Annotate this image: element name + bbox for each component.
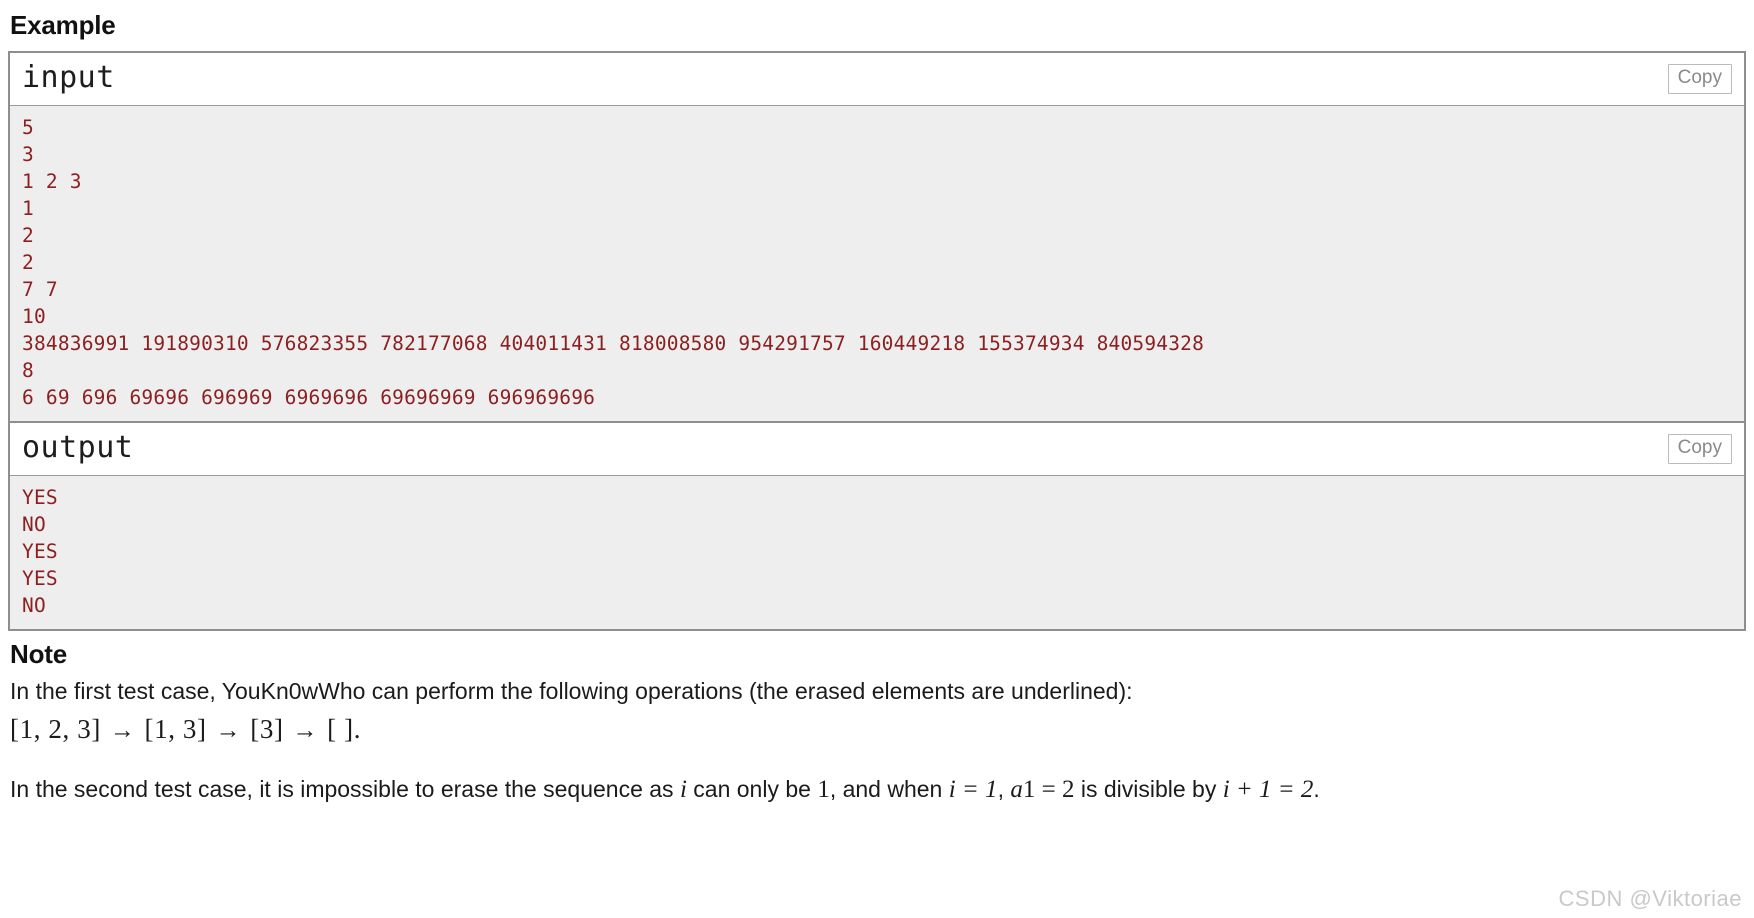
step-1-erased: 2 [48, 714, 63, 744]
math-var-a: a [1010, 776, 1023, 803]
note-paragraph-second-test-case: In the second test case, it is impossibl… [10, 774, 1744, 805]
second-case-part-3: , and when [829, 776, 949, 802]
math-eq-i-plus-1: i + 1 = 2 [1222, 776, 1314, 803]
step-2-prefix: [ [144, 714, 155, 744]
sample-test-output: output Copy YES NO YES YES NO [10, 423, 1744, 631]
math-eq-i-equals-1: i = 1 [948, 776, 998, 803]
copy-output-button[interactable]: Copy [1667, 434, 1732, 464]
sample-test-input: input Copy 5 3 1 2 3 1 2 2 7 7 10 384836… [10, 53, 1744, 423]
step-1-prefix: [1, [10, 714, 49, 744]
step-2-suffix: , 3] [168, 714, 207, 744]
step-3-erased: 3 [259, 714, 274, 744]
sequence-terminator: . [353, 714, 362, 744]
note-paragraph-first-test-case: In the first test case, YouKn0wWho can p… [10, 678, 1133, 704]
output-title-bar: output Copy [10, 423, 1744, 476]
math-eq-a-equals-2: = 2 [1035, 776, 1075, 803]
second-case-part-5: is divisible by [1074, 776, 1223, 802]
second-case-period: . [1313, 776, 1320, 802]
input-title-bar: input Copy [10, 53, 1744, 106]
output-title-label: output [22, 430, 134, 465]
output-sample-data[interactable]: YES NO YES YES NO [10, 476, 1744, 629]
copy-input-button[interactable]: Copy [1667, 64, 1732, 94]
step-3-suffix: ] [273, 714, 284, 744]
note-sequence-operations: [1, 2, 3] → [1, 3] → [3] →[ ]. [10, 712, 1744, 748]
problem-page: Example input Copy 5 3 1 2 3 1 2 2 7 7 1… [0, 0, 1754, 918]
sequence-step-3: [3] [250, 714, 283, 744]
arrow-icon-2: → [215, 717, 242, 744]
sample-tests-container: input Copy 5 3 1 2 3 1 2 2 7 7 10 384836… [8, 51, 1746, 631]
input-sample-data[interactable]: 5 3 1 2 3 1 2 2 7 7 10 384836991 1918903… [10, 106, 1744, 421]
second-case-part-4: , [997, 776, 1011, 802]
input-title-label: input [22, 60, 115, 95]
arrow-icon-3: → [292, 717, 319, 744]
step-3-prefix: [ [250, 714, 260, 744]
step-2-erased: 1 [154, 714, 169, 744]
second-case-part-1: In the second test case, it is impossibl… [10, 776, 680, 802]
step-1-suffix: , 3] [62, 714, 101, 744]
example-heading: Example [10, 10, 116, 40]
math-subscript-1: 1 [1022, 776, 1036, 803]
csdn-watermark: CSDN @Viktoriae [1558, 886, 1742, 911]
sequence-step-2: [1, 3] [145, 714, 207, 744]
math-var-i-1: i [679, 776, 687, 803]
note-body: In the first test case, YouKn0wWho can p… [8, 676, 1746, 805]
math-num-1: 1 [817, 776, 830, 803]
sequence-step-4: [ ] [327, 714, 354, 744]
arrow-icon-1: → [109, 717, 136, 744]
note-heading: Note [10, 639, 67, 669]
sequence-step-1: [1, 2, 3] [10, 714, 101, 744]
second-case-part-2: can only be [686, 776, 818, 802]
